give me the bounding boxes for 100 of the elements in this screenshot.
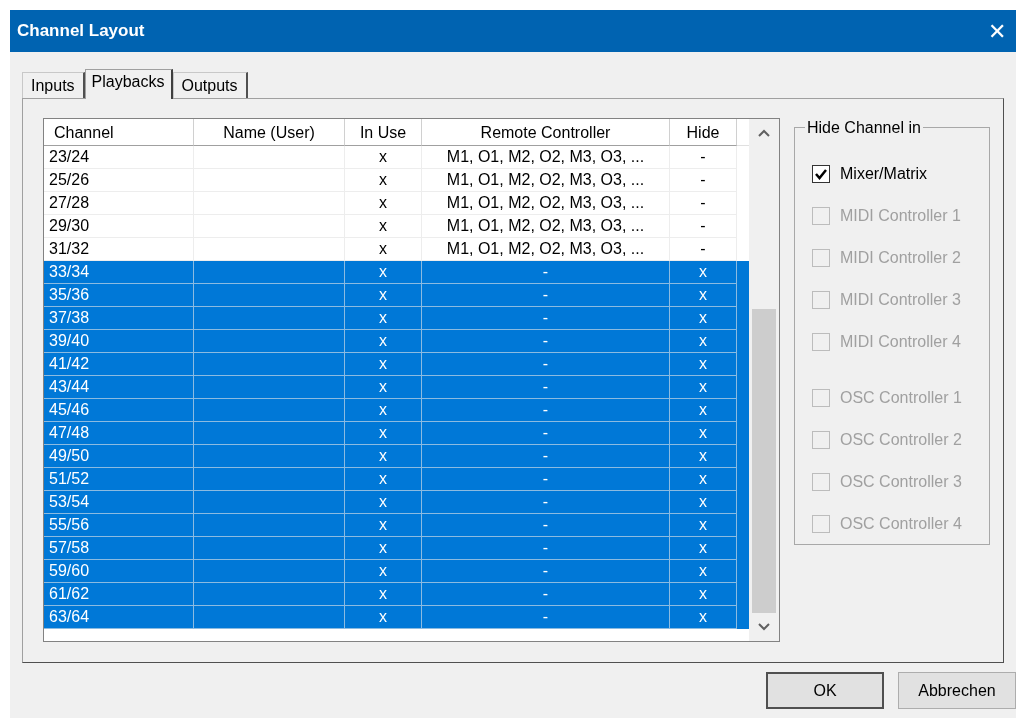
table-row[interactable]: 45/46 x - x <box>44 399 749 422</box>
table-cell-text: - <box>541 308 550 328</box>
table-cell-text: x <box>378 538 388 558</box>
checkbox-label: MIDI Controller 1 <box>840 206 961 226</box>
table-row[interactable]: 57/58 x - x <box>44 537 749 560</box>
table-cell-text: x <box>698 469 708 489</box>
table-cell-text: x <box>698 561 708 581</box>
tab[interactable]: Playbacks <box>84 69 173 99</box>
table-cell-text: - <box>699 193 707 213</box>
scroll-up-icon[interactable] <box>758 129 770 137</box>
table-cell-text: x <box>378 331 388 351</box>
table-cell-text: M1, O1, M2, O2, M3, O3, ... <box>445 193 646 213</box>
table-cell-text: 29/30 <box>48 216 91 236</box>
table-cell-text: - <box>541 262 550 282</box>
checkbox-label: Mixer/Matrix <box>840 164 928 184</box>
table-cell-text: x <box>698 538 708 558</box>
column-header[interactable]: Remote Controller <box>422 119 670 146</box>
scroll-thumb[interactable] <box>752 309 776 613</box>
table-cell-text: 45/46 <box>48 400 91 420</box>
table-cell-text: 25/26 <box>48 170 91 190</box>
table-cell-text: x <box>698 515 708 535</box>
table-cell-text: x <box>698 446 708 466</box>
table-cell-text: 33/34 <box>48 262 91 282</box>
table-cell-text: x <box>378 216 388 236</box>
table-cell-text: M1, O1, M2, O2, M3, O3, ... <box>445 216 646 236</box>
table-cell-text: 27/28 <box>48 193 91 213</box>
column-header[interactable]: Hide <box>670 119 737 146</box>
table-cell-text: 43/44 <box>48 377 91 397</box>
table-cell-text: M1, O1, M2, O2, M3, O3, ... <box>445 170 646 190</box>
scroll-down-icon[interactable] <box>758 623 770 631</box>
checkbox-label: OSC Controller 4 <box>840 514 962 534</box>
dialog-button[interactable]: OK <box>766 672 884 709</box>
table-row[interactable]: 41/42 x - x <box>44 353 749 376</box>
table-cell-text: x <box>378 584 388 604</box>
tab[interactable]: Outputs <box>172 72 248 98</box>
table-cell-text: 41/42 <box>48 354 91 374</box>
table-cell-text: x <box>378 239 388 259</box>
table-cell-text: 31/32 <box>48 239 91 259</box>
table-row[interactable]: 47/48 x - x <box>44 422 749 445</box>
table-cell-text: x <box>698 262 708 282</box>
table-row[interactable]: 43/44 x - x <box>44 376 749 399</box>
table-cell-text: x <box>378 561 388 581</box>
table-row[interactable]: 53/54 x - x <box>44 491 749 514</box>
table-cell-text: x <box>698 400 708 420</box>
checkbox-label: MIDI Controller 2 <box>840 248 961 268</box>
table-row[interactable]: 51/52 x - x <box>44 468 749 491</box>
table-cell-text: - <box>541 538 550 558</box>
table-cell-text: x <box>378 423 388 443</box>
column-header[interactable]: In Use <box>345 119 422 146</box>
table-row[interactable]: 61/62 x - x <box>44 583 749 606</box>
table-cell-text: 39/40 <box>48 331 91 351</box>
close-button[interactable]: ✕ <box>982 16 1012 46</box>
table-cell-text: x <box>698 285 708 305</box>
table-cell-text: x <box>698 584 708 604</box>
table-cell-text: - <box>541 469 550 489</box>
table-cell-text: - <box>541 285 550 305</box>
scrollbar[interactable] <box>749 119 779 641</box>
column-header[interactable]: Name (User) <box>194 119 345 146</box>
table-cell-text: 53/54 <box>48 492 91 512</box>
table-cell-text: - <box>541 377 550 397</box>
table-cell-text: x <box>378 446 388 466</box>
table-cell-text: - <box>699 216 707 236</box>
table-cell-text: x <box>378 515 388 535</box>
table-row[interactable]: 59/60 x - x <box>44 560 749 583</box>
table-cell-text: 23/24 <box>48 147 91 167</box>
table-row[interactable]: 35/36 x - x <box>44 284 749 307</box>
table-cell-text: - <box>541 423 550 443</box>
checkbox[interactable] <box>812 165 830 183</box>
table-cell-text: x <box>698 331 708 351</box>
checkbox-label: MIDI Controller 4 <box>840 332 961 352</box>
table-cell-text: - <box>541 515 550 535</box>
table-cell-text: 55/56 <box>48 515 91 535</box>
table-row[interactable]: 39/40 x - x <box>44 330 749 353</box>
table-cell-text: 63/64 <box>48 607 91 627</box>
table-cell-text: x <box>378 607 388 627</box>
table-cell-text: - <box>699 239 707 259</box>
column-header[interactable]: Channel <box>44 119 194 146</box>
table-row[interactable]: 55/56 x - x <box>44 514 749 537</box>
table-cell-text: x <box>698 354 708 374</box>
checkbox-label: OSC Controller 3 <box>840 472 962 492</box>
table-cell-text: 37/38 <box>48 308 91 328</box>
table-row[interactable]: 33/34 x - x <box>44 261 749 284</box>
table-cell-text: 35/36 <box>48 285 91 305</box>
table-cell-text: x <box>378 469 388 489</box>
table-cell-text: 49/50 <box>48 446 91 466</box>
checkbox-label: OSC Controller 1 <box>840 388 962 408</box>
table-cell-text: x <box>698 423 708 443</box>
tab[interactable]: Inputs <box>22 72 85 98</box>
dialog-button[interactable]: Abbrechen <box>898 672 1016 709</box>
table-cell-text: 47/48 <box>48 423 91 443</box>
table-row[interactable]: 37/38 x - x <box>44 307 749 330</box>
checkbox-label: OSC Controller 2 <box>840 430 962 450</box>
table-cell-text: x <box>378 285 388 305</box>
table-row[interactable]: 49/50 x - x <box>44 445 749 468</box>
table-cell-text: M1, O1, M2, O2, M3, O3, ... <box>445 147 646 167</box>
table-cell-text: - <box>699 147 707 167</box>
table-cell-text: x <box>698 607 708 627</box>
window-title: Channel Layout <box>17 20 145 43</box>
table-cell-text: - <box>541 354 550 374</box>
table-row[interactable]: 63/64 x - x <box>44 606 749 629</box>
